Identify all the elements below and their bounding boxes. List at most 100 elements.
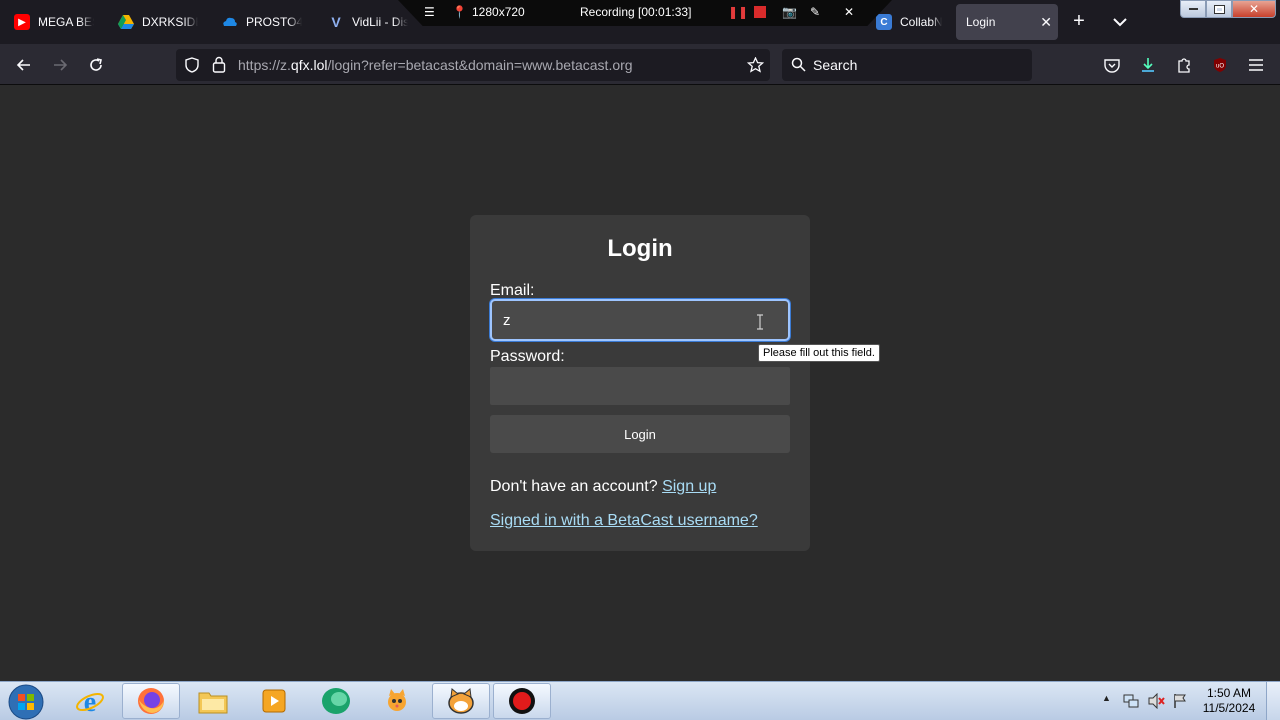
email-field[interactable]	[490, 299, 790, 341]
navigation-toolbar: https://z.qfx.lol/login?refer=betacast&d…	[0, 44, 1280, 85]
pencil-icon[interactable]: ✎	[810, 5, 820, 19]
tab-label: Login	[966, 15, 996, 29]
clock-time: 1:50 AM	[1206, 686, 1252, 700]
page-title: Login	[607, 235, 673, 262]
reload-button[interactable]	[83, 52, 109, 78]
record-icon	[509, 688, 535, 714]
search-icon	[791, 57, 806, 72]
password-label: Password:	[490, 348, 565, 365]
download-icon	[1142, 58, 1154, 72]
search-placeholder: Search	[813, 57, 858, 73]
arrow-right-icon	[54, 59, 68, 71]
tab-mega-best[interactable]: ▶ MEGA BEST	[4, 4, 104, 40]
menu-icon[interactable]: ☰	[424, 5, 435, 19]
taskbar: e ▲ 1:50 AM 11/5/2024	[0, 681, 1280, 720]
signup-prompt-text: Don't have an account?	[490, 478, 658, 495]
puzzle-icon	[1178, 58, 1190, 73]
pause-icon[interactable]: ❚❚	[728, 5, 748, 19]
screen-recorder-toolbar: ☰ 📍 1280x720 Recording [00:01:33] ❚❚ 📷 ✎…	[398, 0, 892, 26]
restore-button[interactable]	[1206, 0, 1232, 18]
clock[interactable]: 1:50 AM 11/5/2024	[1196, 686, 1262, 716]
show-hidden-icons-icon[interactable]: ▲	[1102, 693, 1111, 703]
search-bar[interactable]: Search	[782, 49, 1032, 81]
app-menu-button[interactable]	[1243, 52, 1269, 78]
betacast-username-link[interactable]: Signed in with a BetaCast username?	[490, 512, 758, 530]
recorder-resolution: 1280x720	[472, 5, 525, 19]
minimize-button[interactable]	[1180, 0, 1206, 18]
media-player-icon	[262, 689, 286, 713]
arrow-left-icon	[16, 59, 30, 71]
camera-icon[interactable]: 📷	[782, 5, 797, 19]
signup-prompt: Don't have an account? Sign up	[490, 478, 716, 496]
green-app-taskbar-button[interactable]	[307, 683, 365, 719]
login-card: Login Email: Password: Login Don't have …	[470, 215, 810, 551]
text-cursor-icon	[757, 314, 763, 330]
list-all-tabs-button[interactable]	[1108, 10, 1132, 34]
tab-label: DXRKSIDE_	[142, 15, 198, 29]
url-path: /login?refer=betacast&domain=www.betacas…	[327, 57, 633, 73]
close-icon[interactable]: ✕	[844, 5, 854, 19]
signup-link[interactable]: Sign up	[662, 478, 716, 495]
ublock-button[interactable]: uO	[1207, 52, 1233, 78]
clock-date: 11/5/2024	[1202, 701, 1256, 715]
page-content: Login Email: Password: Login Don't have …	[0, 85, 1280, 681]
login-button[interactable]: Login	[490, 415, 790, 453]
shield-icon[interactable]	[184, 57, 200, 73]
address-bar[interactable]: https://z.qfx.lol/login?refer=betacast&d…	[176, 49, 770, 81]
show-desktop-button[interactable]	[1266, 682, 1280, 720]
recorder-taskbar-button[interactable]	[493, 683, 551, 719]
google-drive-icon	[118, 14, 134, 30]
validation-tooltip: Please fill out this field.	[758, 344, 880, 362]
hamburger-menu-icon	[1249, 59, 1263, 71]
volume-muted-icon[interactable]	[1148, 693, 1166, 709]
close-tab-icon[interactable]: ✕	[1040, 14, 1052, 31]
pin-icon[interactable]: 📍	[452, 5, 467, 19]
tab-vidlii[interactable]: V VidLii - Dis	[318, 4, 418, 40]
file-explorer-taskbar-button[interactable]	[184, 683, 242, 719]
recorder-status: Recording [00:01:33]	[580, 5, 692, 19]
tab-dxrkside[interactable]: DXRKSIDE_	[108, 4, 208, 40]
fox-app-taskbar-button[interactable]	[432, 683, 490, 719]
tab-label: PROSTO4EL	[246, 15, 302, 29]
tab-label: CollabNet	[900, 15, 942, 29]
url-scheme: https://z.	[238, 57, 291, 73]
vidlii-icon: V	[331, 14, 341, 30]
tab-strip: ▶ MEGA BEST DXRKSIDE_ PROSTO4EL V VidLii…	[0, 0, 1280, 44]
tab-label: MEGA BEST	[38, 15, 94, 29]
media-player-taskbar-button[interactable]	[245, 683, 303, 719]
file-explorer-icon	[198, 692, 228, 714]
pocket-button[interactable]	[1099, 52, 1125, 78]
tab-prosto4el[interactable]: PROSTO4EL	[212, 4, 312, 40]
stop-icon[interactable]	[754, 6, 766, 18]
tab-login[interactable]: Login ✕	[956, 4, 1058, 40]
tab-label: VidLii - Dis	[352, 15, 408, 29]
firefox-icon	[138, 688, 164, 714]
svg-text:uO: uO	[1216, 64, 1224, 70]
ublock-icon: uO	[1214, 58, 1226, 72]
close-window-button[interactable]: ✕	[1232, 0, 1276, 18]
reload-icon	[90, 58, 102, 71]
cloud-icon	[222, 14, 238, 30]
start-button[interactable]	[4, 683, 48, 720]
new-tab-button[interactable]: +	[1066, 10, 1092, 34]
internet-explorer-taskbar-button[interactable]: e	[61, 683, 119, 719]
youtube-icon: ▶	[14, 14, 30, 30]
pocket-icon	[1104, 58, 1120, 73]
lock-icon[interactable]	[212, 56, 226, 73]
scratch-cat-taskbar-button[interactable]	[368, 683, 426, 719]
network-icon[interactable]	[1123, 694, 1139, 709]
back-button[interactable]	[11, 52, 37, 78]
forward-button[interactable]	[47, 52, 73, 78]
url-text: https://z.qfx.lol/login?refer=betacast&d…	[238, 57, 633, 73]
action-center-flag-icon[interactable]	[1172, 693, 1188, 709]
password-field[interactable]	[490, 367, 790, 405]
extensions-button[interactable]	[1171, 52, 1197, 78]
scratch-cat-icon	[388, 689, 406, 711]
downloads-button[interactable]	[1135, 52, 1161, 78]
bookmark-star-icon[interactable]	[747, 57, 764, 73]
firefox-taskbar-button[interactable]	[122, 683, 180, 719]
windows-orb-icon	[8, 684, 44, 720]
email-label: Email:	[490, 282, 535, 299]
svg-text:e: e	[84, 687, 96, 716]
url-host: qfx.lol	[290, 57, 328, 73]
